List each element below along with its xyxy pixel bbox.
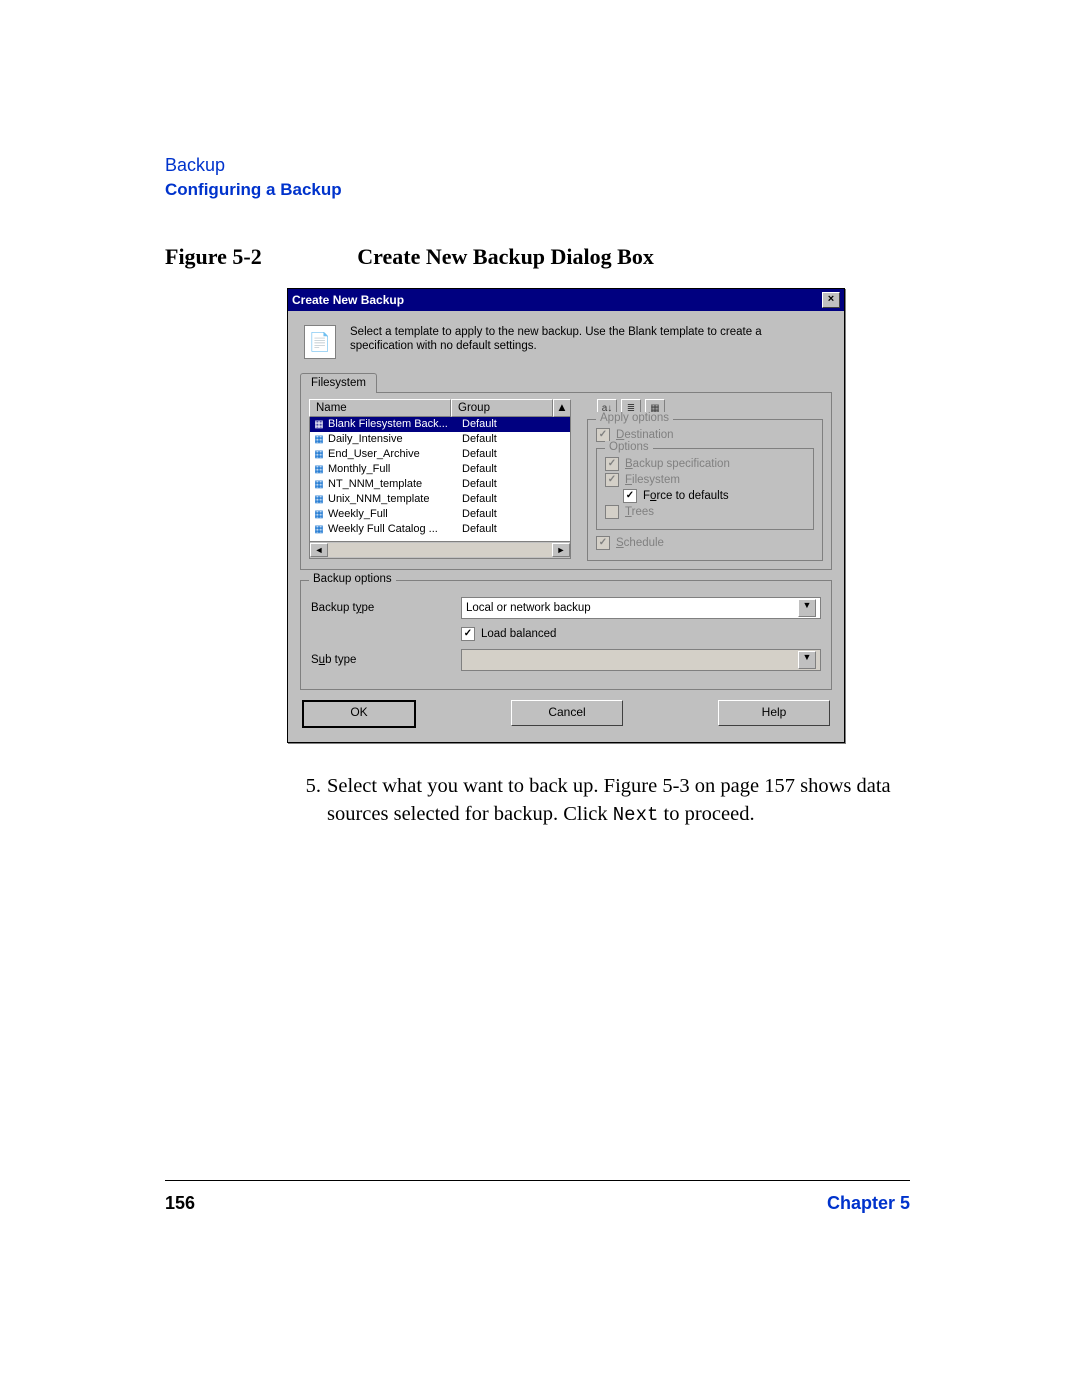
table-row[interactable]: ▦NT_NNM_templateDefault xyxy=(310,477,570,492)
step-text-1: Select what you want to back up. Figure … xyxy=(327,775,891,797)
backup-type-label: Backup type xyxy=(311,602,461,614)
close-icon[interactable]: × xyxy=(822,292,840,308)
template-icon: ▦ xyxy=(312,447,326,462)
template-group: Default xyxy=(458,492,568,507)
template-name: Monthly_Full xyxy=(326,462,458,477)
scroll-left-icon[interactable]: ◄ xyxy=(310,543,328,557)
template-icon: ▦ xyxy=(312,477,326,492)
template-group: Default xyxy=(458,432,568,447)
template-name: Daily_Intensive xyxy=(326,432,458,447)
template-name: End_User_Archive xyxy=(326,447,458,462)
template-icon: ▦ xyxy=(312,522,326,537)
template-group: Default xyxy=(458,522,568,537)
schedule-checkbox: ✓ Schedule xyxy=(596,536,814,550)
table-row[interactable]: ▦End_User_ArchiveDefault xyxy=(310,447,570,462)
options-subgroup: Options ✓ Backup specification ✓ Filesys… xyxy=(596,448,814,530)
create-new-backup-dialog: Create New Backup × 📄 Select a template … xyxy=(287,288,845,743)
sub-type-select: ▼ xyxy=(461,649,821,671)
chapter-label: Chapter 5 xyxy=(827,1193,910,1214)
backup-type-value: Local or network backup xyxy=(466,602,591,614)
next-literal: Next xyxy=(613,804,659,826)
table-row[interactable]: ▦Monthly_FullDefault xyxy=(310,462,570,477)
template-icon: ▦ xyxy=(312,417,326,432)
backup-spec-checkbox: ✓ Backup specification xyxy=(605,457,805,471)
table-row[interactable]: ▦Weekly Full Catalog ...Default xyxy=(310,522,570,537)
table-row[interactable]: ▦Weekly_FullDefault xyxy=(310,507,570,522)
backup-type-select[interactable]: Local or network backup ▼ xyxy=(461,597,821,619)
tab-filesystem[interactable]: Filesystem xyxy=(300,373,377,393)
step-text-2a: sources selected for backup. Click xyxy=(327,803,613,825)
page-footer: 156 Chapter 5 xyxy=(165,1180,910,1214)
destination-checkbox: ✓ Destination xyxy=(596,428,814,442)
horizontal-scrollbar[interactable]: ◄ ► xyxy=(309,542,571,559)
figure-label: Figure 5-2 xyxy=(165,244,262,269)
page-number: 156 xyxy=(165,1193,195,1214)
template-icon: ▦ xyxy=(312,492,326,507)
section-title: Configuring a Backup xyxy=(165,180,910,200)
wizard-icon: 📄 xyxy=(304,325,336,359)
template-group: Default xyxy=(458,507,568,522)
template-group: Default xyxy=(458,417,568,432)
table-row[interactable]: ▦Unix_NNM_templateDefault xyxy=(310,492,570,507)
scroll-up-icon[interactable]: ▲ xyxy=(553,399,571,417)
options-subtitle: Options xyxy=(605,441,653,453)
template-name: NT_NNM_template xyxy=(326,477,458,492)
template-group: Default xyxy=(458,447,568,462)
figure-caption-text: Create New Backup Dialog Box xyxy=(357,244,654,269)
template-name: Weekly_Full xyxy=(326,507,458,522)
scroll-right-icon[interactable]: ► xyxy=(552,543,570,557)
cancel-button[interactable]: Cancel xyxy=(511,700,623,726)
sub-type-label: Sub type xyxy=(311,654,461,666)
ok-button[interactable]: OK xyxy=(302,700,416,728)
load-balanced-checkbox[interactable]: ✓ Load balanced xyxy=(461,627,556,641)
template-name: Blank Filesystem Back... xyxy=(326,417,458,432)
dialog-title: Create New Backup xyxy=(292,293,404,307)
list-number: 5. xyxy=(295,773,321,828)
step-text-2b: to proceed. xyxy=(658,803,754,825)
chevron-down-icon[interactable]: ▼ xyxy=(798,599,816,617)
backup-options-group: Backup options Backup type Local or netw… xyxy=(300,580,832,690)
force-defaults-checkbox[interactable]: ✓ Force to defaults xyxy=(623,489,805,503)
template-name: Weekly Full Catalog ... xyxy=(326,522,458,537)
template-icon: ▦ xyxy=(312,507,326,522)
backup-options-title: Backup options xyxy=(309,573,396,585)
template-icon: ▦ xyxy=(312,432,326,447)
section-link: Backup xyxy=(165,155,910,176)
help-button[interactable]: Help xyxy=(718,700,830,726)
template-group: Default xyxy=(458,462,568,477)
template-icon: ▦ xyxy=(312,462,326,477)
filesystem-checkbox: ✓ Filesystem xyxy=(605,473,805,487)
col-name[interactable]: Name xyxy=(309,399,451,417)
table-row[interactable]: ▦Daily_IntensiveDefault xyxy=(310,432,570,447)
col-group[interactable]: Group xyxy=(451,399,553,417)
template-name: Unix_NNM_template xyxy=(326,492,458,507)
chevron-down-icon: ▼ xyxy=(798,651,816,669)
template-group: Default xyxy=(458,477,568,492)
table-row[interactable]: ▦Blank Filesystem Back...Default xyxy=(310,417,570,432)
apply-options-group: Apply options ✓ Destination Options ✓ Ba… xyxy=(587,419,823,561)
apply-options-title: Apply options xyxy=(596,412,673,424)
figure-caption: Figure 5-2 Create New Backup Dialog Box xyxy=(165,244,910,270)
step-5-paragraph: 5. Select what you want to back up. Figu… xyxy=(295,773,910,828)
trees-checkbox: Trees xyxy=(605,505,805,519)
dialog-titlebar: Create New Backup × xyxy=(288,289,844,311)
template-list[interactable]: Name Group ▲ ▦Blank Filesystem Back...De… xyxy=(309,399,571,561)
dialog-intro: Select a template to apply to the new ba… xyxy=(350,325,820,354)
